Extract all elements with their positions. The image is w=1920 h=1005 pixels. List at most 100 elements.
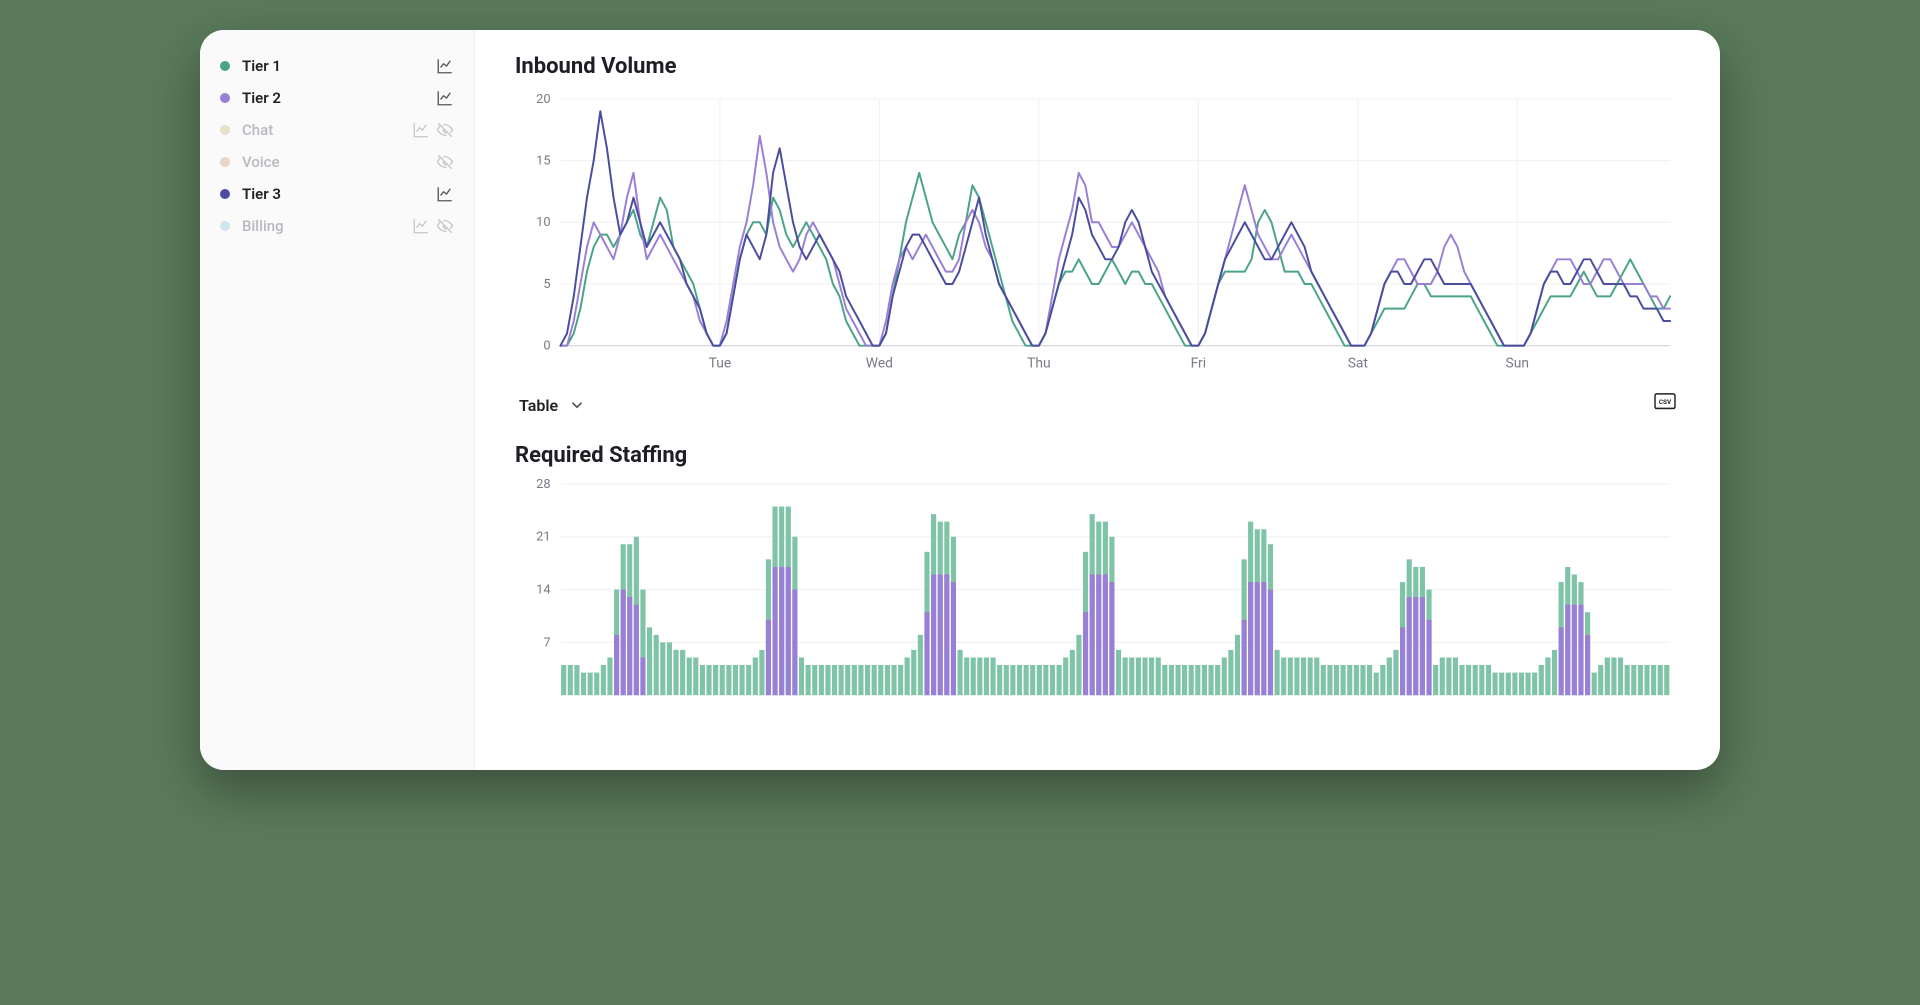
bar-tier2 xyxy=(792,590,797,696)
bar-tier2 xyxy=(1400,628,1405,696)
bar-tier1 xyxy=(891,665,896,695)
bar-tier1 xyxy=(858,665,863,695)
bar-tier1 xyxy=(746,665,751,695)
bar-tier2 xyxy=(931,575,936,696)
bar-tier1 xyxy=(1466,665,1471,695)
bar-tier2 xyxy=(938,575,943,696)
bar-tier1 xyxy=(1116,650,1121,695)
sidebar-item-label: Tier 3 xyxy=(242,185,436,203)
line-series-tier-2 xyxy=(560,136,1670,346)
bar-tier1 xyxy=(607,658,612,696)
svg-text:Fri: Fri xyxy=(1191,355,1207,371)
bar-tier2 xyxy=(951,582,956,695)
bar-tier1 xyxy=(733,665,738,695)
table-toggle[interactable]: Table xyxy=(519,396,586,415)
bar-tier1 xyxy=(1380,665,1385,695)
bar-tier2 xyxy=(614,635,619,695)
bar-tier1 xyxy=(1195,665,1200,695)
staffing-title: Required Staffing xyxy=(515,443,1680,468)
legend-dot-icon xyxy=(220,125,230,135)
bar-tier1 xyxy=(990,658,995,696)
bar-tier1 xyxy=(1142,658,1147,696)
bar-tier1 xyxy=(1532,673,1537,696)
bar-tier1 xyxy=(1367,665,1372,695)
bar-tier1 xyxy=(878,665,883,695)
table-toggle-label: Table xyxy=(519,396,558,415)
bar-tier1 xyxy=(1459,665,1464,695)
bar-tier1 xyxy=(1063,658,1068,696)
csv-icon: CSV xyxy=(1654,393,1676,413)
sidebar-item-label: Voice xyxy=(242,153,436,171)
svg-text:14: 14 xyxy=(536,583,550,598)
bar-tier1 xyxy=(1598,665,1603,695)
inbound-title: Inbound Volume xyxy=(515,54,1680,79)
legend-dot-icon xyxy=(220,221,230,231)
bar-tier2 xyxy=(640,658,645,696)
svg-text:Wed: Wed xyxy=(866,355,893,371)
bar-tier1 xyxy=(812,665,817,695)
bar-tier1 xyxy=(1519,673,1524,696)
bar-tier2 xyxy=(1572,605,1577,696)
sidebar-item-actions xyxy=(436,185,454,203)
bar-tier1 xyxy=(680,650,685,695)
bar-tier1 xyxy=(1327,665,1332,695)
sidebar-item-label: Tier 2 xyxy=(242,89,436,107)
sidebar-item-voice[interactable]: Voice xyxy=(212,146,462,178)
eye-off-icon xyxy=(436,153,454,171)
svg-text:10: 10 xyxy=(536,215,550,230)
bar-tier1 xyxy=(852,665,857,695)
bar-tier2 xyxy=(1420,597,1425,695)
bar-tier1 xyxy=(1605,658,1610,696)
sidebar-item-tier-1[interactable]: Tier 1 xyxy=(212,50,462,82)
bar-tier2 xyxy=(779,567,784,695)
bar-tier1 xyxy=(984,658,989,696)
bar-tier1 xyxy=(1169,665,1174,695)
sidebar-item-tier-3[interactable]: Tier 3 xyxy=(212,178,462,210)
main-panel: Inbound Volume 05101520TueWedThuFriSatSu… xyxy=(475,30,1720,770)
sidebar-item-tier-2[interactable]: Tier 2 xyxy=(212,82,462,114)
bar-tier1 xyxy=(594,673,599,696)
bar-tier1 xyxy=(700,665,705,695)
svg-text:28: 28 xyxy=(536,478,550,492)
bar-tier2 xyxy=(1559,628,1564,696)
bar-tier1 xyxy=(1228,650,1233,695)
bar-tier2 xyxy=(1413,597,1418,695)
bar-tier1 xyxy=(1156,658,1161,696)
bar-tier1 xyxy=(898,665,903,695)
line-series-tier-3 xyxy=(560,111,1670,345)
bar-tier2 xyxy=(1565,605,1570,696)
bar-tier2 xyxy=(1103,575,1108,696)
sidebar-item-chat[interactable]: Chat xyxy=(212,114,462,146)
bar-tier1 xyxy=(588,673,593,696)
bar-tier2 xyxy=(1585,635,1590,695)
bar-tier2 xyxy=(1248,582,1253,695)
bar-tier1 xyxy=(1149,658,1154,696)
bar-tier1 xyxy=(1611,658,1616,696)
bar-tier1 xyxy=(561,665,566,695)
bar-tier1 xyxy=(1479,665,1484,695)
line-chart-icon xyxy=(412,217,430,235)
bar-tier1 xyxy=(1360,665,1365,695)
bar-tier1 xyxy=(1308,658,1313,696)
sidebar-item-actions xyxy=(436,153,454,171)
bar-tier1 xyxy=(799,658,804,696)
table-toolbar: Table CSV xyxy=(519,393,1676,417)
bar-tier1 xyxy=(1552,650,1557,695)
svg-text:Sat: Sat xyxy=(1348,355,1369,371)
sidebar-item-billing[interactable]: Billing xyxy=(212,210,462,242)
bar-tier1 xyxy=(660,643,665,696)
bar-tier1 xyxy=(1024,665,1029,695)
bar-tier2 xyxy=(1109,582,1114,695)
bar-tier2 xyxy=(944,575,949,696)
bar-tier2 xyxy=(924,612,929,695)
bar-tier1 xyxy=(1592,673,1597,696)
bar-tier1 xyxy=(1076,635,1081,695)
bar-tier1 xyxy=(1070,650,1075,695)
bar-tier1 xyxy=(1499,673,1504,696)
bar-tier1 xyxy=(753,658,758,696)
svg-text:CSV: CSV xyxy=(1659,398,1672,406)
bar-tier1 xyxy=(574,665,579,695)
export-csv-button[interactable]: CSV xyxy=(1654,393,1676,417)
sidebar-item-label: Chat xyxy=(242,121,412,139)
bar-tier1 xyxy=(1440,658,1445,696)
